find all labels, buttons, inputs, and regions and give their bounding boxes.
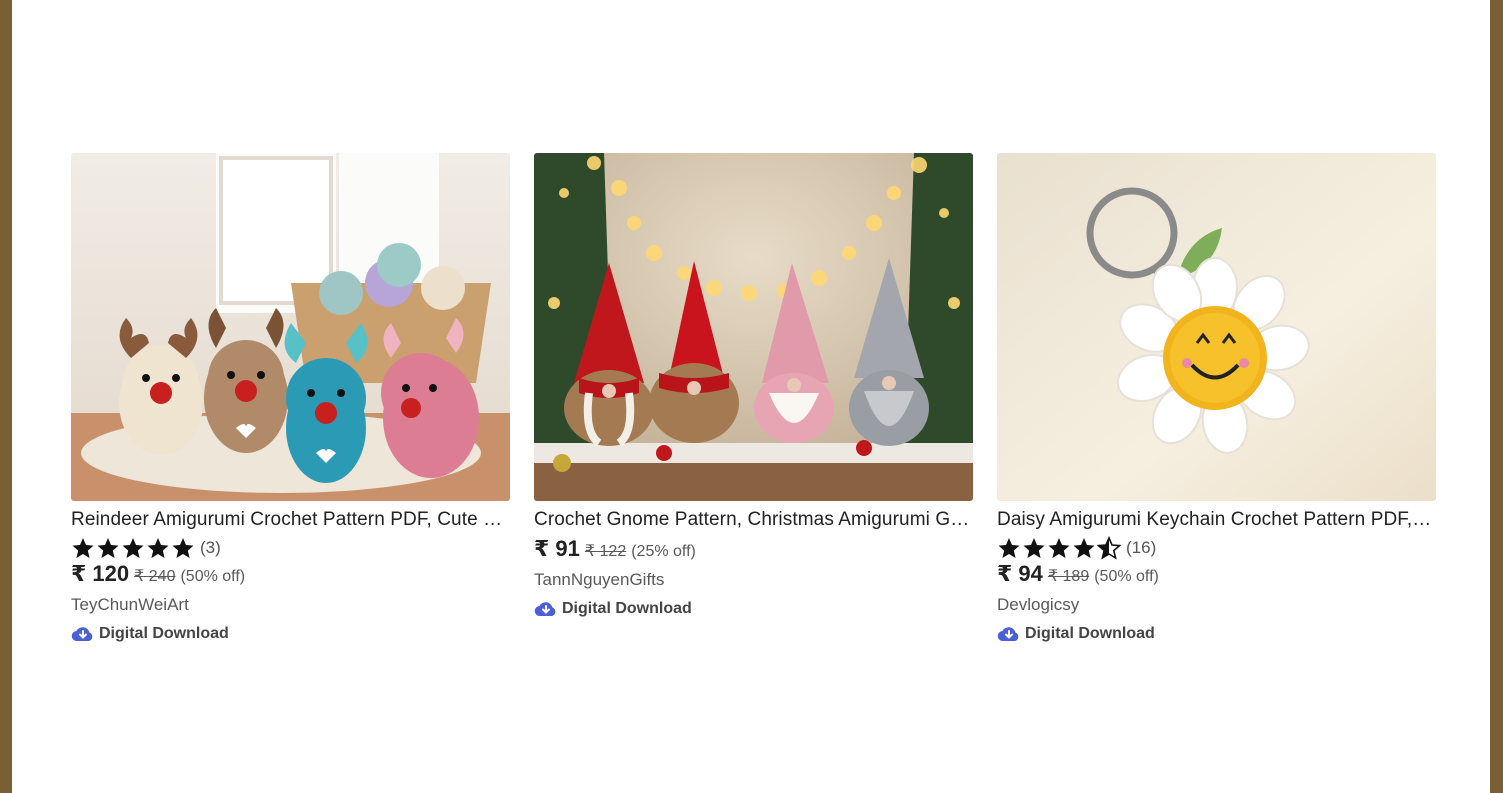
- shop-name[interactable]: TannNguyenGifts: [534, 567, 973, 593]
- star-icon: [147, 537, 169, 558]
- price-row: ₹ 91 ₹ 122 (25% off): [534, 536, 973, 564]
- page: Reindeer Amigurumi Crochet Pattern PDF, …: [12, 0, 1490, 793]
- reindeer-photo: [71, 153, 510, 501]
- star-icon: [72, 537, 94, 558]
- cloud-download-icon: [71, 627, 93, 642]
- digital-download-badge: Digital Download: [534, 599, 973, 619]
- badge-label: Digital Download: [1025, 625, 1155, 642]
- star-rating: [997, 535, 1121, 560]
- star-icon: [172, 537, 194, 558]
- digital-download-badge: Digital Download: [997, 624, 1436, 644]
- product-image-reindeer[interactable]: [71, 153, 510, 501]
- cloud-download-icon: [534, 602, 556, 617]
- digital-download-badge: Digital Download: [71, 624, 510, 644]
- original-price: ₹ 122: [584, 543, 627, 560]
- star-half-icon: [1097, 535, 1121, 560]
- product-grid: Reindeer Amigurumi Crochet Pattern PDF, …: [71, 153, 1436, 644]
- star-icon: [1073, 537, 1095, 558]
- sale-price: ₹ 91: [534, 536, 580, 561]
- review-count: (16): [1126, 537, 1157, 557]
- badge-label: Digital Download: [562, 600, 692, 617]
- original-price: ₹ 240: [134, 568, 176, 585]
- star-icon: [97, 537, 119, 558]
- product-title[interactable]: Reindeer Amigurumi Crochet Pattern PDF, …: [71, 508, 510, 532]
- cloud-download-icon: [997, 627, 1019, 642]
- rating: (16): [997, 534, 1436, 561]
- rating: (3): [71, 534, 510, 561]
- daisy-photo: [997, 153, 1436, 501]
- star-icon: [1023, 537, 1045, 558]
- star-icon: [998, 537, 1020, 558]
- price-row: ₹ 120 ₹ 240 (50% off): [71, 561, 510, 589]
- product-card[interactable]: Daisy Amigurumi Keychain Crochet Pattern…: [997, 153, 1436, 644]
- shop-name[interactable]: TeyChunWeiArt: [71, 592, 510, 618]
- discount-label: (25% off): [631, 543, 696, 560]
- product-title[interactable]: Daisy Amigurumi Keychain Crochet Pattern…: [997, 508, 1436, 532]
- discount-label: (50% off): [180, 568, 246, 585]
- sale-price: ₹ 120: [71, 561, 130, 586]
- product-image-daisy[interactable]: [997, 153, 1436, 501]
- discount-label: (50% off): [1094, 568, 1159, 585]
- shop-name[interactable]: Devlogicsy: [997, 592, 1436, 618]
- badge-label: Digital Download: [99, 625, 229, 642]
- product-title[interactable]: Crochet Gnome Pattern, Christmas Amiguru…: [534, 508, 973, 532]
- star-icon: [122, 537, 144, 558]
- original-price: ₹ 189: [1047, 568, 1090, 585]
- product-card[interactable]: Reindeer Amigurumi Crochet Pattern PDF, …: [71, 153, 510, 644]
- gnome-photo: [534, 153, 973, 501]
- star-icon: [1048, 537, 1070, 558]
- product-card[interactable]: Crochet Gnome Pattern, Christmas Amiguru…: [534, 153, 973, 644]
- product-image-gnomes[interactable]: [534, 153, 973, 501]
- sale-price: ₹ 94: [997, 561, 1043, 586]
- review-count: (3): [200, 537, 221, 557]
- price-row: ₹ 94 ₹ 189 (50% off): [997, 561, 1436, 589]
- star-rating: [71, 536, 195, 560]
